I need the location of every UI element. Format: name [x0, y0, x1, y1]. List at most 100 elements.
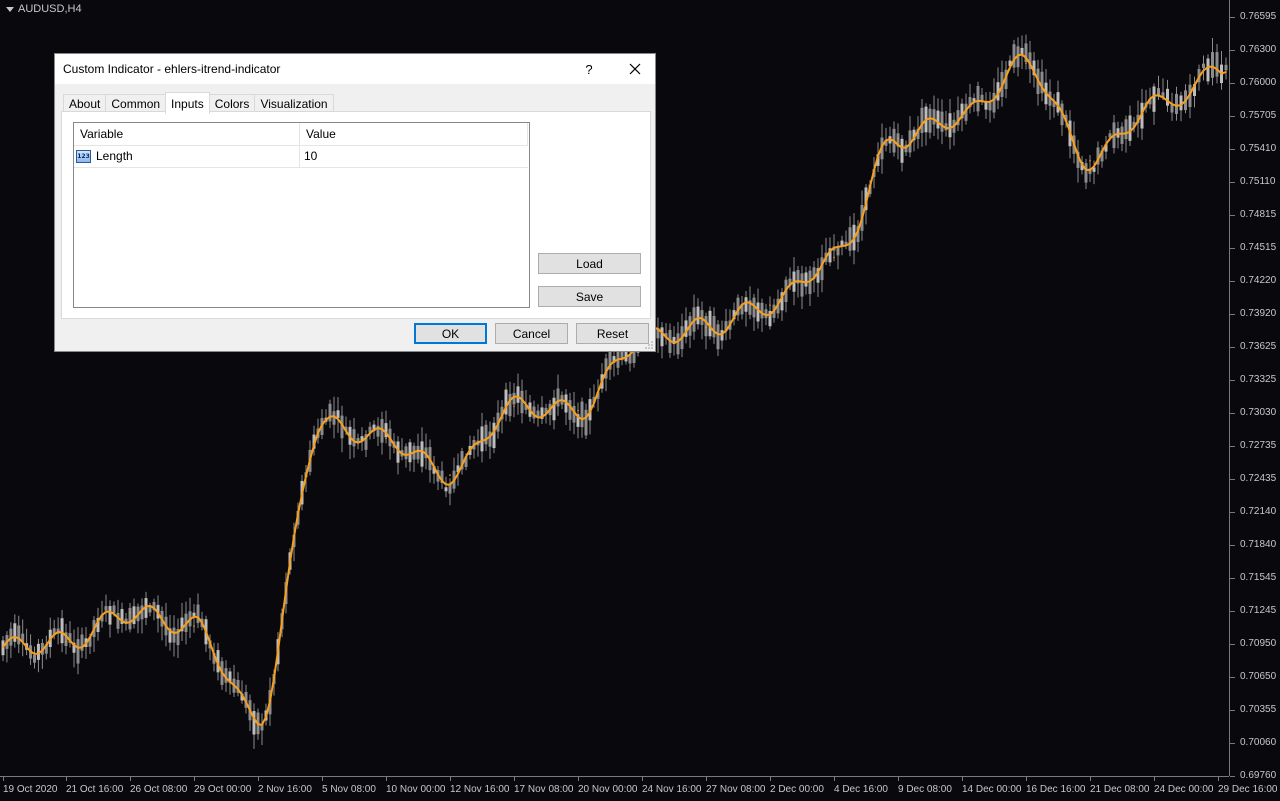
price-tick — [1230, 49, 1235, 51]
indicator-point — [1225, 71, 1227, 73]
time-label: 2 Nov 16:00 — [258, 784, 312, 795]
close-icon — [629, 63, 641, 75]
price-label: 0.69760 — [1240, 770, 1277, 781]
indicator-point — [2, 646, 4, 648]
price-label: 0.74515 — [1240, 241, 1277, 253]
candle-body — [800, 273, 804, 297]
inputs-table[interactable]: Variable Value 123 Length 10 — [73, 122, 530, 308]
ok-button[interactable]: OK — [414, 323, 487, 344]
resize-grip-icon[interactable] — [645, 341, 653, 349]
time-label: 24 Nov 16:00 — [642, 784, 702, 795]
indicator-point — [897, 137, 899, 140]
candle-body — [804, 272, 808, 287]
price-tick — [1230, 148, 1235, 150]
price-tick — [1230, 511, 1235, 513]
candle-body — [836, 247, 840, 256]
candle-body — [940, 111, 944, 132]
value-cell[interactable]: 10 — [300, 145, 528, 167]
tab-inputs[interactable]: Inputs — [165, 92, 210, 114]
candle-body — [148, 606, 152, 613]
candle-body — [1124, 119, 1128, 140]
close-button[interactable] — [617, 54, 653, 84]
load-button[interactable]: Load — [538, 253, 641, 274]
save-button[interactable]: Save — [538, 286, 641, 307]
time-tick — [578, 777, 579, 781]
candle-body — [696, 306, 700, 325]
candle-body — [1012, 44, 1016, 68]
header-value[interactable]: Value — [300, 123, 528, 145]
candle-body — [1175, 93, 1178, 114]
table-row[interactable]: 123 Length 10 — [74, 145, 528, 168]
time-axis[interactable]: 19 Oct 2020 21 Oct 16:00 26 Oct 08:00 29 Oc… — [0, 776, 1278, 801]
candle-body — [128, 607, 132, 630]
price-label: 0.73920 — [1240, 308, 1277, 320]
time-label: 5 Nov 08:00 — [322, 784, 376, 795]
price-tick — [1230, 478, 1235, 480]
help-button[interactable]: ? — [575, 54, 603, 84]
candle-body — [448, 484, 452, 494]
price-tick — [1230, 643, 1235, 645]
variable-cell[interactable]: 123 Length — [74, 145, 300, 167]
price-label: 0.70060 — [1240, 736, 1277, 748]
candle-body — [420, 441, 424, 467]
time-label: 2 Dec 00:00 — [770, 784, 824, 795]
time-tick — [450, 777, 451, 781]
price-label: 0.74220 — [1240, 274, 1277, 286]
time-tick — [962, 777, 963, 781]
candle-body — [480, 426, 484, 452]
dialog-titlebar[interactable]: Custom Indicator - ehlers-itrend-indicat… — [55, 54, 655, 84]
price-tick — [1230, 181, 1235, 183]
price-label: 0.72140 — [1240, 505, 1277, 517]
dropdown-triangle-icon[interactable] — [6, 6, 14, 12]
price-label: 0.73625 — [1240, 340, 1277, 352]
candle-body — [1215, 52, 1219, 77]
time-label: 21 Dec 08:00 — [1090, 784, 1150, 795]
indicator-point — [705, 326, 707, 329]
price-label: 0.73325 — [1240, 374, 1277, 386]
candle-body — [708, 310, 712, 337]
reset-button[interactable]: Reset — [576, 323, 649, 344]
indicator-point — [577, 409, 579, 412]
candle-body — [13, 623, 17, 642]
candle-body — [60, 618, 64, 644]
time-label: 21 Oct 16:00 — [66, 784, 124, 795]
candle-body — [328, 403, 332, 422]
candle-body — [580, 401, 584, 428]
price-tick — [1230, 346, 1235, 348]
indicator-point — [1089, 160, 1091, 162]
price-label: 0.72435 — [1240, 472, 1277, 484]
candle-body — [1211, 52, 1214, 78]
candle-body — [416, 445, 420, 460]
price-label: 0.76595 — [1240, 11, 1277, 22]
price-tick — [1230, 611, 1235, 613]
tab-strip: About Common Inputs Colors Visualization — [63, 92, 334, 114]
indicator-point — [257, 717, 259, 720]
indicator-point — [769, 304, 771, 306]
time-label: 4 Dec 16:00 — [834, 784, 888, 795]
candle-body — [1128, 115, 1132, 141]
price-tick — [1230, 742, 1235, 744]
price-tick — [1230, 380, 1235, 382]
cancel-button[interactable]: Cancel — [495, 323, 568, 344]
price-label: 0.76000 — [1240, 77, 1277, 89]
variable-name: Length — [96, 149, 133, 163]
price-axis[interactable]: 0.76595 0.76300 0.76000 0.75705 0.75410 0.751… — [1229, 0, 1280, 781]
candle-body — [760, 302, 764, 319]
header-variable[interactable]: Variable — [74, 123, 300, 145]
time-tick — [1090, 777, 1091, 781]
candle-body — [716, 324, 720, 350]
price-tick — [1230, 577, 1235, 579]
candle-body — [744, 297, 748, 312]
candle-body — [76, 639, 80, 664]
candle-body — [484, 424, 488, 445]
candle-body — [508, 393, 512, 417]
time-tick — [66, 777, 67, 781]
candle-body — [444, 487, 448, 492]
candle-body — [848, 227, 852, 251]
candle-body — [408, 442, 412, 463]
time-tick — [194, 777, 195, 781]
indicator-point — [961, 115, 963, 118]
candle-body — [676, 333, 680, 355]
candle-body — [928, 108, 932, 133]
price-tick — [1230, 776, 1235, 777]
